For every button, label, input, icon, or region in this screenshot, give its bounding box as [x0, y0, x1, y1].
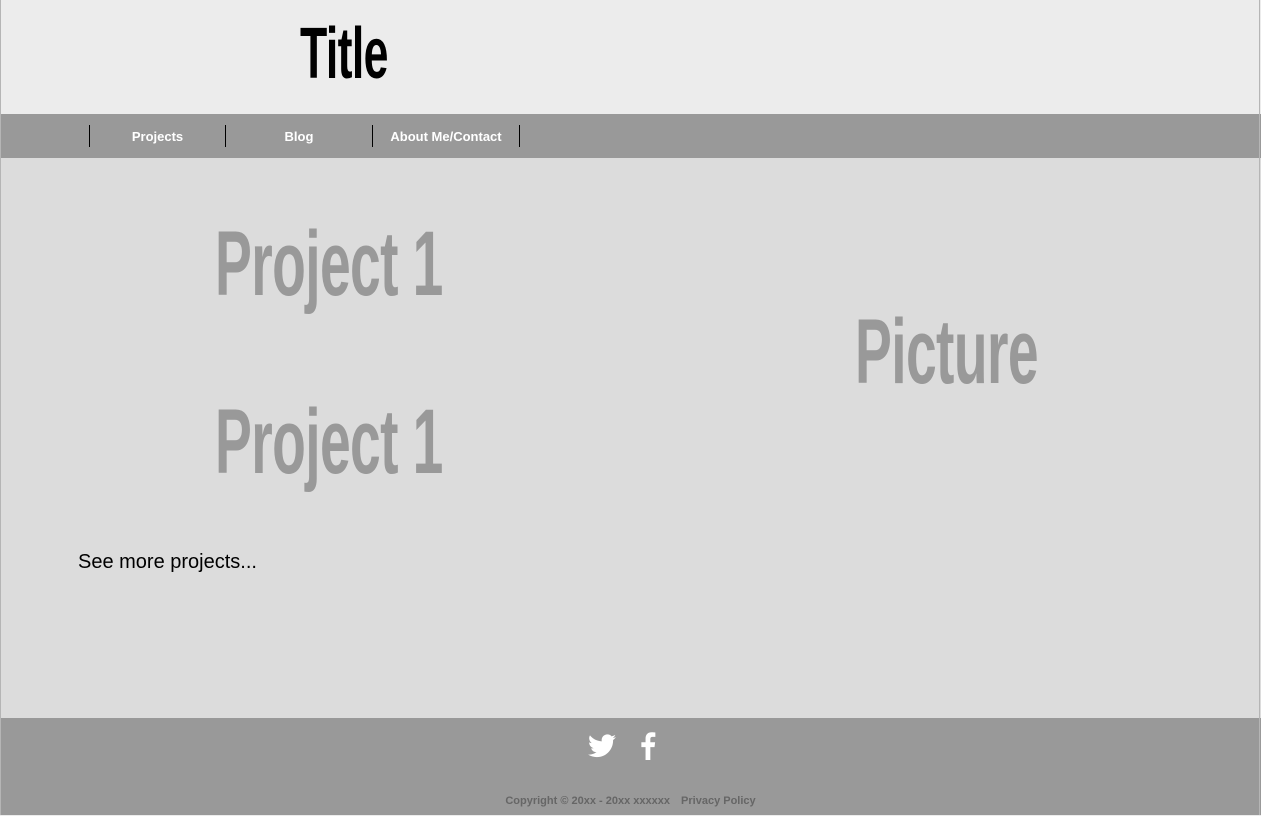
- site-footer: Copyright © 20xx - 20xx xxxxxx Privacy P…: [0, 718, 1261, 815]
- project-title[interactable]: Project 1: [215, 396, 443, 488]
- nav-item-blog[interactable]: Blog: [226, 125, 372, 147]
- facebook-icon: [640, 732, 656, 764]
- copyright-line: Copyright © 20xx - 20xx xxxxxx Privacy P…: [0, 795, 1261, 807]
- site-title: Title: [300, 14, 388, 94]
- nav-item-projects[interactable]: Projects: [90, 125, 225, 147]
- project-title[interactable]: Project 1: [215, 218, 443, 310]
- main-content: Project 1 Project 1 Picture See more pro…: [0, 158, 1261, 718]
- copyright-text: Copyright © 20xx - 20xx xxxxxx: [505, 795, 670, 807]
- nav-list: Projects Blog About Me/Contact: [89, 125, 520, 147]
- twitter-icon: [588, 734, 616, 762]
- site-header: Title: [0, 0, 1261, 114]
- nav-divider: [519, 125, 520, 147]
- see-more-projects-link[interactable]: See more projects...: [78, 551, 257, 574]
- twitter-link[interactable]: [588, 734, 616, 763]
- social-links: [588, 732, 656, 765]
- picture-placeholder: Picture: [855, 301, 1039, 403]
- facebook-link[interactable]: [640, 732, 656, 765]
- privacy-policy-link[interactable]: Privacy Policy: [681, 795, 756, 807]
- main-nav: Projects Blog About Me/Contact: [0, 114, 1261, 158]
- nav-item-about-contact[interactable]: About Me/Contact: [373, 125, 519, 147]
